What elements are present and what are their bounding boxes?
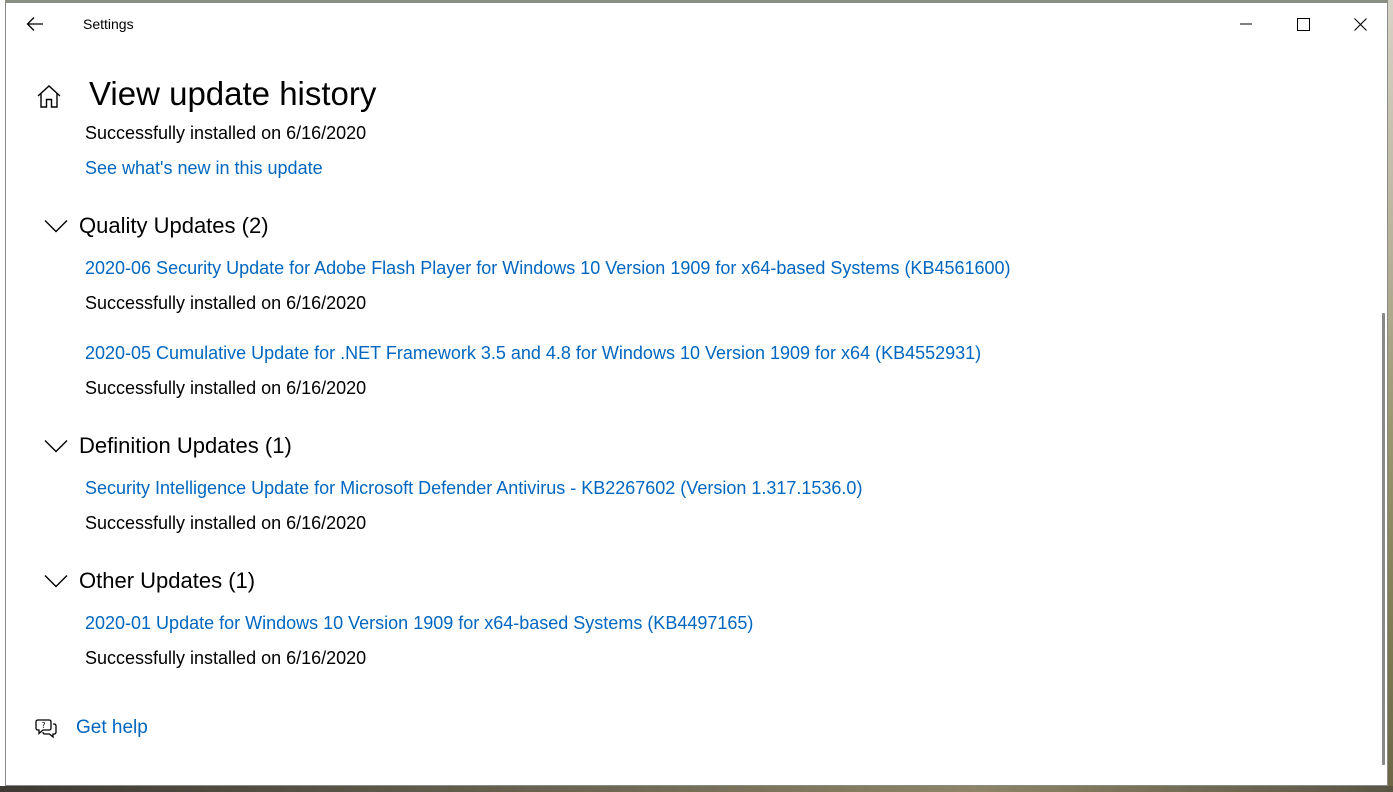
section-header-other-updates[interactable]: Other Updates (1) — [44, 566, 255, 596]
update-status: Successfully installed on 6/16/2020 — [85, 123, 367, 143]
minimize-button[interactable] — [1223, 3, 1269, 45]
maximize-icon — [1296, 17, 1310, 31]
update-status: Successfully installed on 6/16/2020 — [85, 513, 367, 533]
whats-new-link[interactable]: See what's new in this update — [85, 158, 323, 179]
back-button[interactable] — [22, 11, 48, 37]
get-help-button[interactable]: ? Get help — [34, 713, 148, 743]
help-chat-icon: ? — [35, 719, 57, 739]
get-help-label: Get help — [76, 717, 148, 738]
section-title: Definition Updates (1) — [79, 433, 292, 458]
title-bar: Settings — [6, 3, 1387, 45]
chevron-down-icon — [44, 573, 70, 589]
chevron-down-icon — [44, 438, 70, 454]
update-status: Successfully installed on 6/16/2020 — [85, 293, 367, 313]
update-link[interactable]: 2020-01 Update for Windows 10 Version 19… — [85, 613, 753, 634]
section-header-definition-updates[interactable]: Definition Updates (1) — [44, 431, 292, 461]
vertical-scrollbar[interactable] — [1382, 313, 1385, 765]
settings-window: Settings View update history Successfull… — [5, 2, 1388, 786]
maximize-button[interactable] — [1280, 3, 1326, 45]
back-arrow-icon — [26, 17, 43, 31]
update-link[interactable]: 2020-06 Security Update for Adobe Flash … — [85, 258, 1011, 279]
svg-text:?: ? — [41, 721, 45, 730]
section-title: Other Updates (1) — [79, 568, 256, 593]
desktop-background-right — [1388, 0, 1393, 792]
minimize-icon — [1240, 23, 1252, 25]
home-icon — [37, 85, 61, 108]
close-button[interactable] — [1337, 3, 1383, 45]
page-title: View update history — [89, 75, 377, 112]
section-title: Quality Updates (2) — [79, 213, 269, 238]
home-button[interactable] — [36, 83, 62, 109]
update-status: Successfully installed on 6/16/2020 — [85, 648, 367, 668]
update-status: Successfully installed on 6/16/2020 — [85, 378, 367, 398]
close-icon — [1353, 17, 1367, 31]
update-link[interactable]: 2020-05 Cumulative Update for .NET Frame… — [85, 343, 981, 364]
section-header-quality-updates[interactable]: Quality Updates (2) — [44, 211, 269, 241]
update-link[interactable]: Security Intelligence Update for Microso… — [85, 478, 862, 499]
window-title: Settings — [83, 16, 134, 32]
desktop-background-bottom — [0, 786, 1393, 792]
chevron-down-icon — [44, 218, 70, 234]
page-header: View update history — [6, 69, 1387, 119]
